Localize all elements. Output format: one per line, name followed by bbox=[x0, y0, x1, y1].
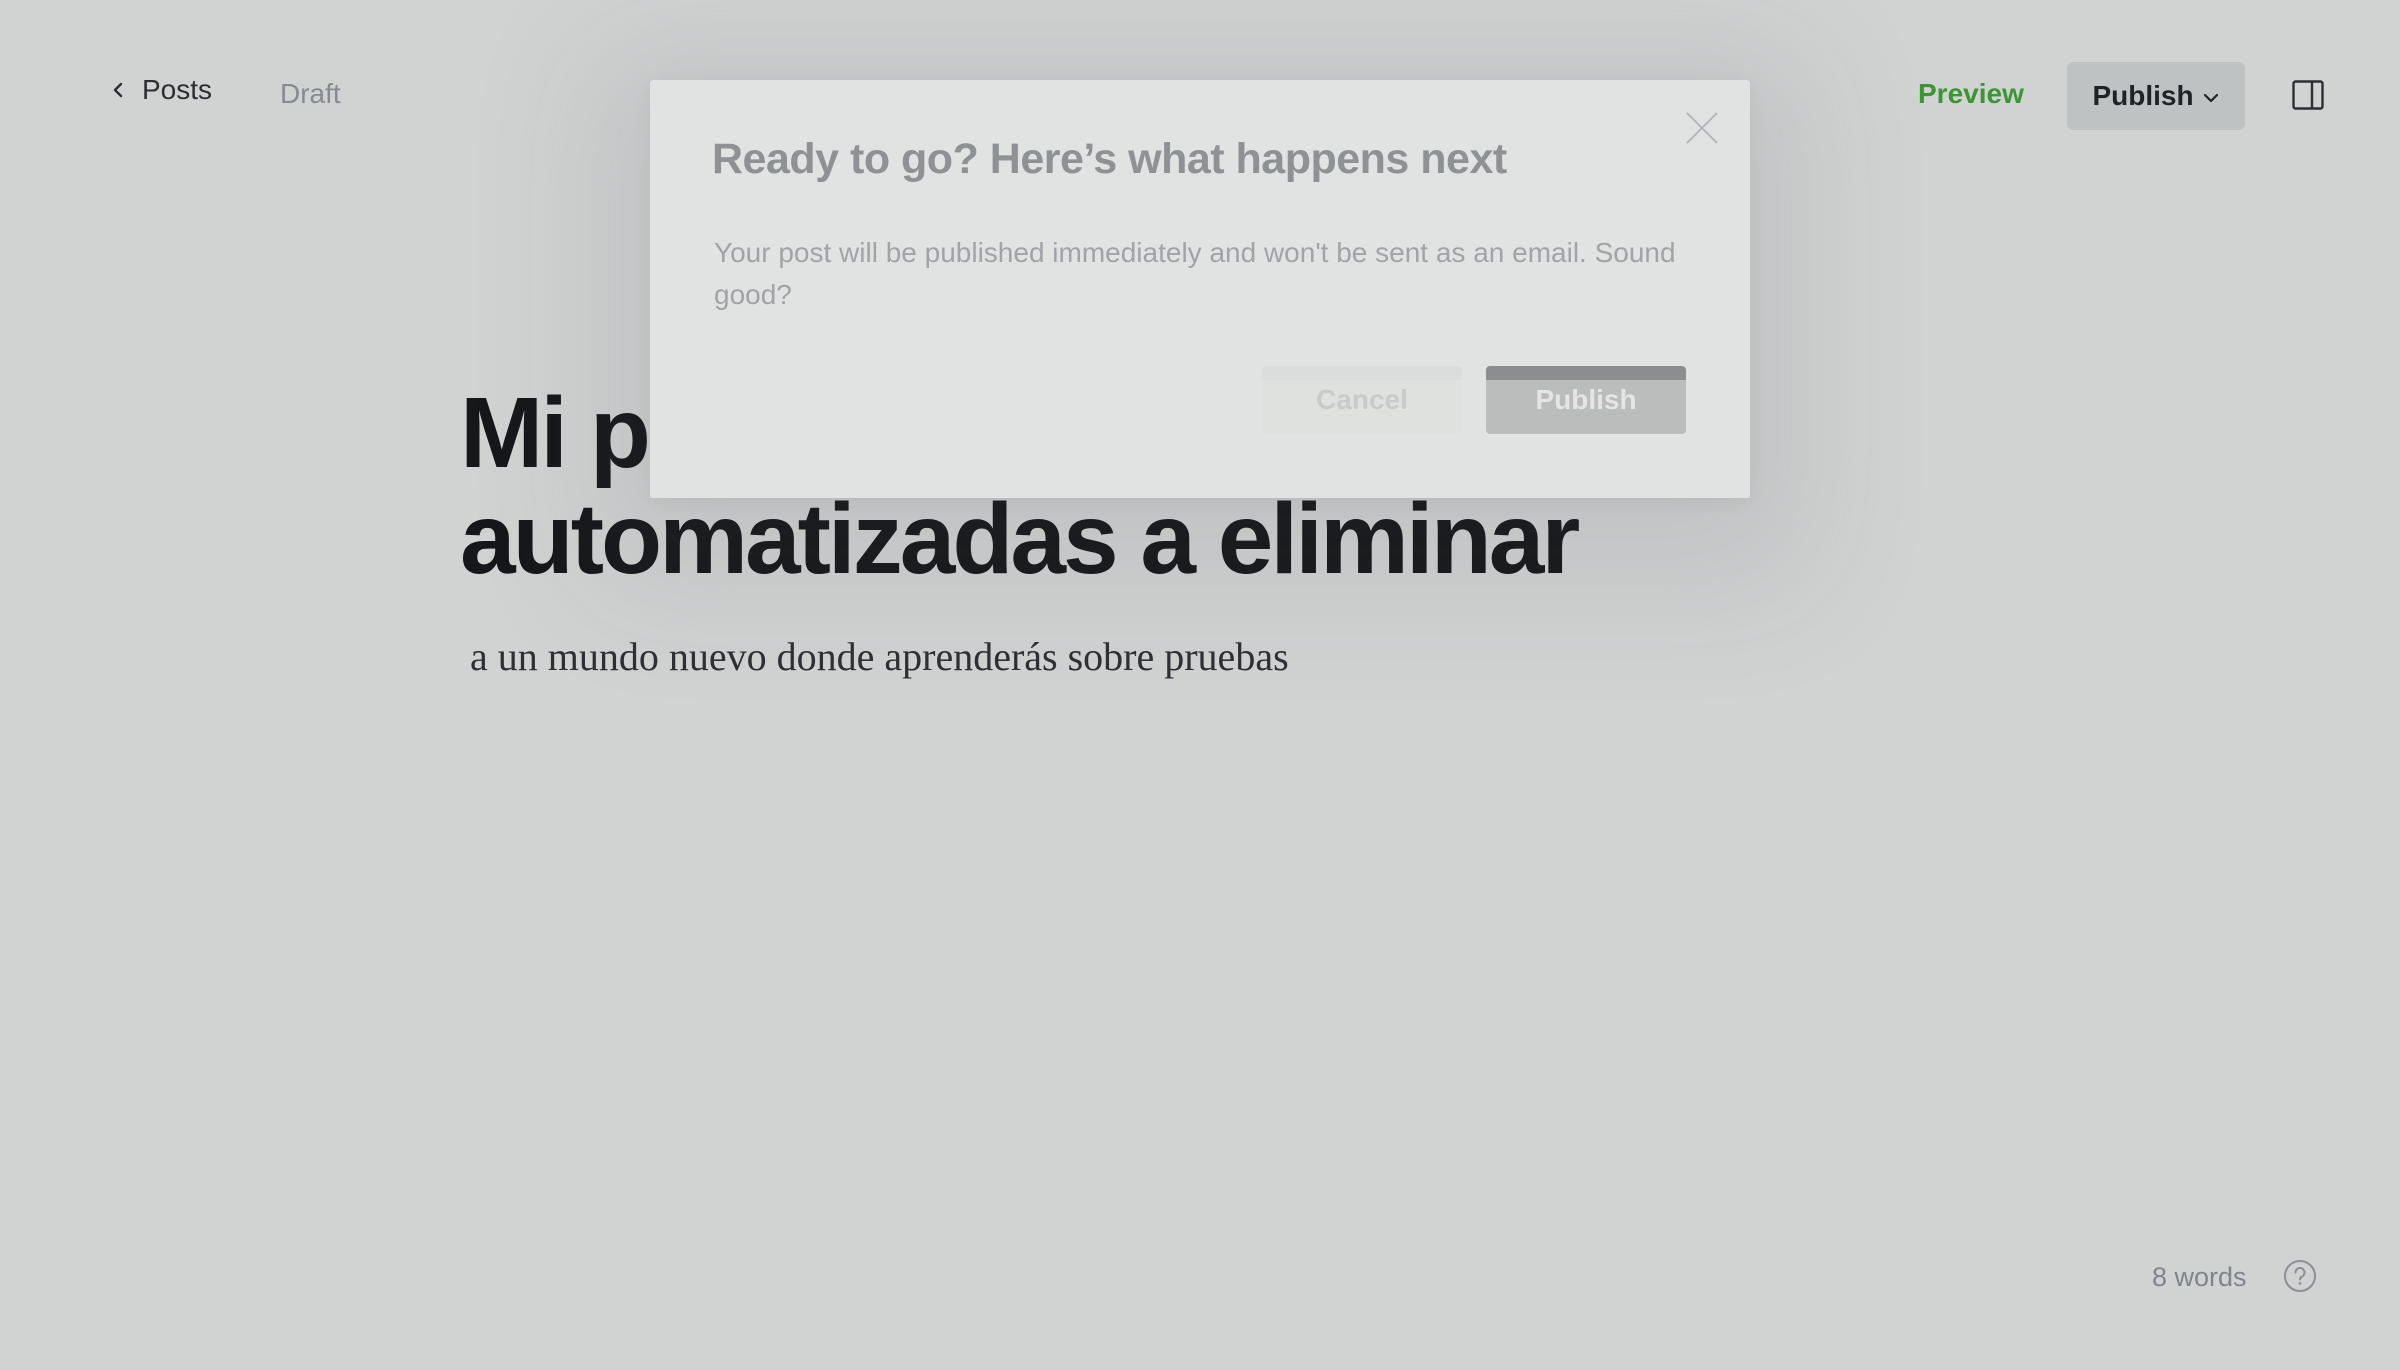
cancel-button[interactable]: Cancel bbox=[1262, 366, 1462, 434]
confirm-publish-button[interactable]: Publish bbox=[1486, 366, 1686, 434]
modal-title: Ready to go? Here’s what happens next bbox=[712, 135, 1507, 183]
publish-dropdown-label: Publish bbox=[2092, 80, 2194, 111]
word-count: 8 words bbox=[2152, 1262, 2247, 1292]
editor-page: Posts Draft Preview Publish Mi primer bl… bbox=[0, 0, 2400, 1370]
chevron-down-icon bbox=[2203, 93, 2218, 103]
publish-dropdown-button[interactable]: Publish bbox=[2067, 62, 2245, 130]
post-excerpt[interactable]: a un mundo nuevo donde aprenderás sobre … bbox=[470, 633, 1289, 680]
close-icon[interactable] bbox=[1684, 110, 1720, 146]
publish-confirmation-modal: Ready to go? Here’s what happens next Yo… bbox=[650, 80, 1750, 498]
help-icon[interactable] bbox=[2283, 1259, 2317, 1293]
post-status: Draft bbox=[280, 78, 341, 109]
back-link-label: Posts bbox=[142, 74, 213, 105]
sidebar-toggle-icon[interactable] bbox=[2292, 80, 2324, 110]
modal-body: Your post will be published immediately … bbox=[714, 237, 1676, 310]
chevron-left-icon bbox=[113, 82, 123, 98]
preview-button[interactable]: Preview bbox=[1918, 78, 2024, 110]
back-to-posts-link[interactable]: Posts bbox=[108, 74, 212, 106]
